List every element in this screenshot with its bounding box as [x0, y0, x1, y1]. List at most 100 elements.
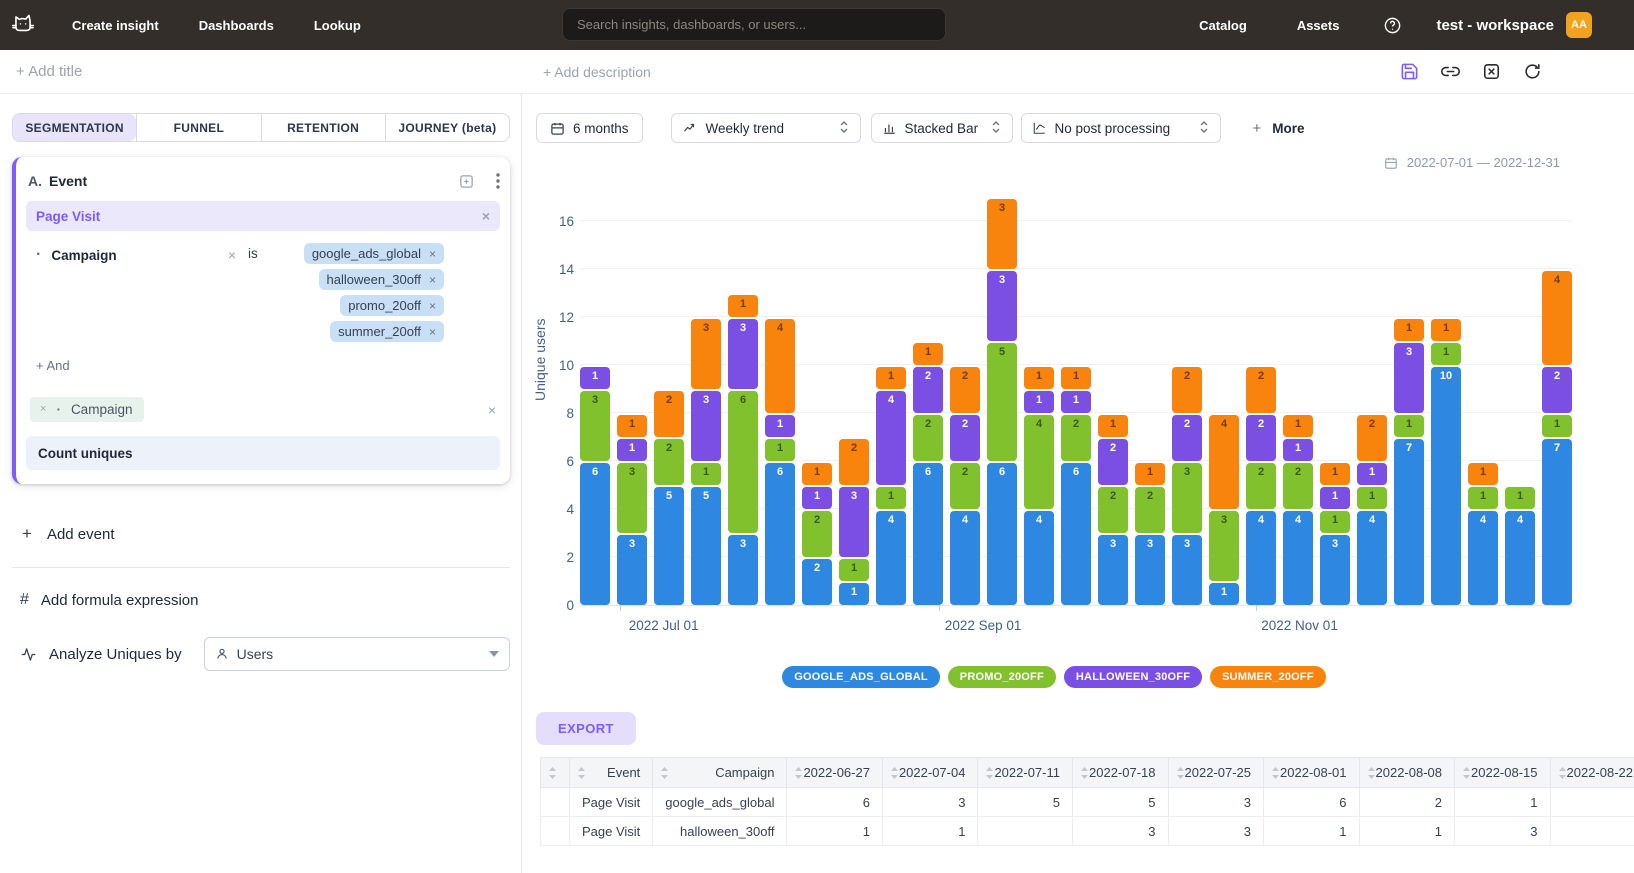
remove-value-icon[interactable]: × — [429, 300, 436, 312]
bar-segment-google_ads_global[interactable]: 4 — [1357, 511, 1387, 605]
bar-segment-promo_20off[interactable]: 4 — [1024, 415, 1054, 509]
legend-google_ads_global[interactable]: GOOGLE_ADS_GLOBAL — [782, 666, 940, 688]
bar-segment-halloween_30off[interactable]: 3 — [1394, 343, 1424, 413]
bar-segment-summer_20off[interactable]: 1 — [1135, 463, 1165, 485]
bar-segment-google_ads_global[interactable]: 3 — [1172, 535, 1202, 605]
bar-segment-summer_20off[interactable]: 2 — [654, 391, 684, 437]
bar-segment-summer_20off[interactable]: 2 — [1357, 415, 1387, 461]
bar-segment-summer_20off[interactable]: 1 — [1061, 367, 1091, 389]
bar-segment-promo_20off[interactable]: 2 — [1246, 463, 1276, 509]
bar-segment-halloween_30off[interactable]: 1 — [1320, 487, 1350, 509]
tab-retention[interactable]: RETENTION — [261, 114, 385, 141]
bar-segment-halloween_30off[interactable]: 2 — [1098, 439, 1128, 485]
bar-segment-promo_20off[interactable]: 1 — [1468, 487, 1498, 509]
bar-segment-google_ads_global[interactable]: 6 — [987, 463, 1017, 605]
remove-event-icon[interactable]: × — [482, 209, 490, 223]
filter-property[interactable]: Campaign — [51, 248, 116, 263]
bar-segment-promo_20off[interactable]: 3 — [1172, 463, 1202, 533]
nav-lookup[interactable]: Lookup — [314, 18, 361, 33]
more-button[interactable]: + More — [1253, 120, 1305, 137]
bar-segment-summer_20off[interactable]: 1 — [1283, 415, 1313, 437]
bar-segment-summer_20off[interactable]: 2 — [1172, 367, 1202, 413]
bar-segment-summer_20off[interactable]: 4 — [1542, 271, 1572, 365]
bar-segment-summer_20off[interactable]: 1 — [1320, 463, 1350, 485]
bar-segment-promo_20off[interactable]: 1 — [1357, 487, 1387, 509]
bar-segment-google_ads_global[interactable]: 4 — [1024, 511, 1054, 605]
bar-segment-halloween_30off[interactable]: 3 — [987, 271, 1017, 341]
bar-segment-promo_20off[interactable]: 2 — [1061, 415, 1091, 461]
bar-segment-summer_20off[interactable]: 1 — [1394, 319, 1424, 341]
bar-segment-google_ads_global[interactable]: 3 — [1320, 535, 1350, 605]
bar-segment-google_ads_global[interactable]: 3 — [1135, 535, 1165, 605]
clear-breakdown-icon[interactable]: × — [488, 403, 496, 417]
refresh-icon[interactable] — [1523, 62, 1542, 81]
bar-segment-google_ads_global[interactable]: 1 — [1209, 583, 1239, 605]
bar-segment-summer_20off[interactable]: 3 — [691, 319, 721, 389]
bar-segment-promo_20off[interactable]: 1 — [1431, 343, 1461, 365]
bar-segment-summer_20off[interactable]: 1 — [617, 415, 647, 437]
bar-segment-summer_20off[interactable]: 1 — [1431, 319, 1461, 341]
bar-segment-halloween_30off[interactable]: 3 — [691, 391, 721, 461]
column-header-2022-08-15[interactable]: 2022-08-15 — [1455, 758, 1551, 788]
bar-segment-summer_20off[interactable]: 1 — [1024, 367, 1054, 389]
bar-segment-halloween_30off[interactable]: 1 — [765, 415, 795, 437]
column-header-Campaign[interactable]: Campaign — [653, 758, 787, 788]
bar-segment-halloween_30off[interactable]: 1 — [1357, 463, 1387, 485]
bar-segment-summer_20off[interactable]: 1 — [1098, 415, 1128, 437]
workspace-name[interactable]: test - workspace — [1436, 17, 1554, 34]
bar-segment-google_ads_global[interactable]: 1 — [839, 583, 869, 605]
tab-journey[interactable]: JOURNEY (beta) — [385, 114, 509, 141]
bar-segment-google_ads_global[interactable]: 3 — [1098, 535, 1128, 605]
aggregation-row[interactable]: Count uniques — [26, 436, 500, 470]
legend-promo_20off[interactable]: PROMO_20OFF — [948, 666, 1056, 688]
event-name-row[interactable]: Page Visit × — [26, 201, 500, 231]
bar-segment-halloween_30off[interactable]: 1 — [617, 439, 647, 461]
column-header-2022-08-08[interactable]: 2022-08-08 — [1359, 758, 1455, 788]
bar-segment-promo_20off[interactable]: 3 — [617, 463, 647, 533]
bar-segment-google_ads_global[interactable]: 10 — [1431, 367, 1461, 605]
add-filter-icon[interactable] — [458, 173, 475, 190]
add-description-button[interactable]: + Add description — [543, 64, 651, 80]
bar-segment-google_ads_global[interactable]: 3 — [617, 535, 647, 605]
bar-segment-promo_20off[interactable]: 1 — [1542, 415, 1572, 437]
bar-segment-summer_20off[interactable]: 4 — [1209, 415, 1239, 509]
remove-value-icon[interactable]: × — [429, 274, 436, 286]
bar-segment-promo_20off[interactable]: 2 — [950, 463, 980, 509]
filter-operator[interactable]: is — [248, 243, 294, 261]
column-header-index[interactable] — [541, 758, 570, 788]
bar-segment-google_ads_global[interactable]: 4 — [1505, 511, 1535, 605]
kebab-menu-icon[interactable] — [496, 173, 500, 189]
bar-segment-promo_20off[interactable]: 1 — [1320, 511, 1350, 533]
breakdown-chip[interactable]: × · Campaign — [30, 397, 144, 422]
column-header-2022-07-25[interactable]: 2022-07-25 — [1168, 758, 1264, 788]
filter-value-chip[interactable]: summer_20off × — [330, 321, 444, 342]
column-header-2022-07-11[interactable]: 2022-07-11 — [978, 758, 1073, 788]
bar-segment-halloween_30off[interactable]: 2 — [913, 367, 943, 413]
bar-segment-summer_20off[interactable]: 1 — [913, 343, 943, 365]
bar-segment-halloween_30off[interactable]: 2 — [950, 415, 980, 461]
remove-value-icon[interactable]: × — [429, 248, 436, 260]
tab-funnel[interactable]: FUNNEL — [136, 114, 260, 141]
bar-segment-google_ads_global[interactable]: 5 — [691, 487, 721, 605]
bar-segment-google_ads_global[interactable]: 4 — [1283, 511, 1313, 605]
bar-segment-summer_20off[interactable]: 1 — [876, 367, 906, 389]
bar-segment-google_ads_global[interactable]: 6 — [580, 463, 610, 605]
bar-segment-google_ads_global[interactable]: 2 — [802, 559, 832, 605]
column-header-Event[interactable]: Event — [570, 758, 653, 788]
legend-halloween_30off[interactable]: HALLOWEEN_30OFF — [1064, 666, 1202, 688]
search-input[interactable] — [562, 8, 946, 41]
bar-segment-google_ads_global[interactable]: 6 — [913, 463, 943, 605]
export-button[interactable]: EXPORT — [536, 712, 636, 745]
bar-segment-google_ads_global[interactable]: 3 — [728, 535, 758, 605]
legend-summer_20off[interactable]: SUMMER_20OFF — [1210, 666, 1326, 688]
bar-segment-summer_20off[interactable]: 1 — [802, 463, 832, 485]
bar-segment-google_ads_global[interactable]: 4 — [950, 511, 980, 605]
bar-segment-halloween_30off[interactable]: 2 — [1172, 415, 1202, 461]
share-link-icon[interactable] — [1441, 62, 1460, 81]
clear-close-icon[interactable] — [1482, 62, 1501, 81]
bar-segment-google_ads_global[interactable]: 5 — [654, 487, 684, 605]
add-title-button[interactable]: + Add title — [0, 63, 82, 80]
bar-segment-halloween_30off[interactable]: 2 — [1246, 415, 1276, 461]
bar-segment-promo_20off[interactable]: 1 — [876, 487, 906, 509]
column-header-2022-08-22[interactable]: 2022-08-22 — [1550, 758, 1634, 788]
